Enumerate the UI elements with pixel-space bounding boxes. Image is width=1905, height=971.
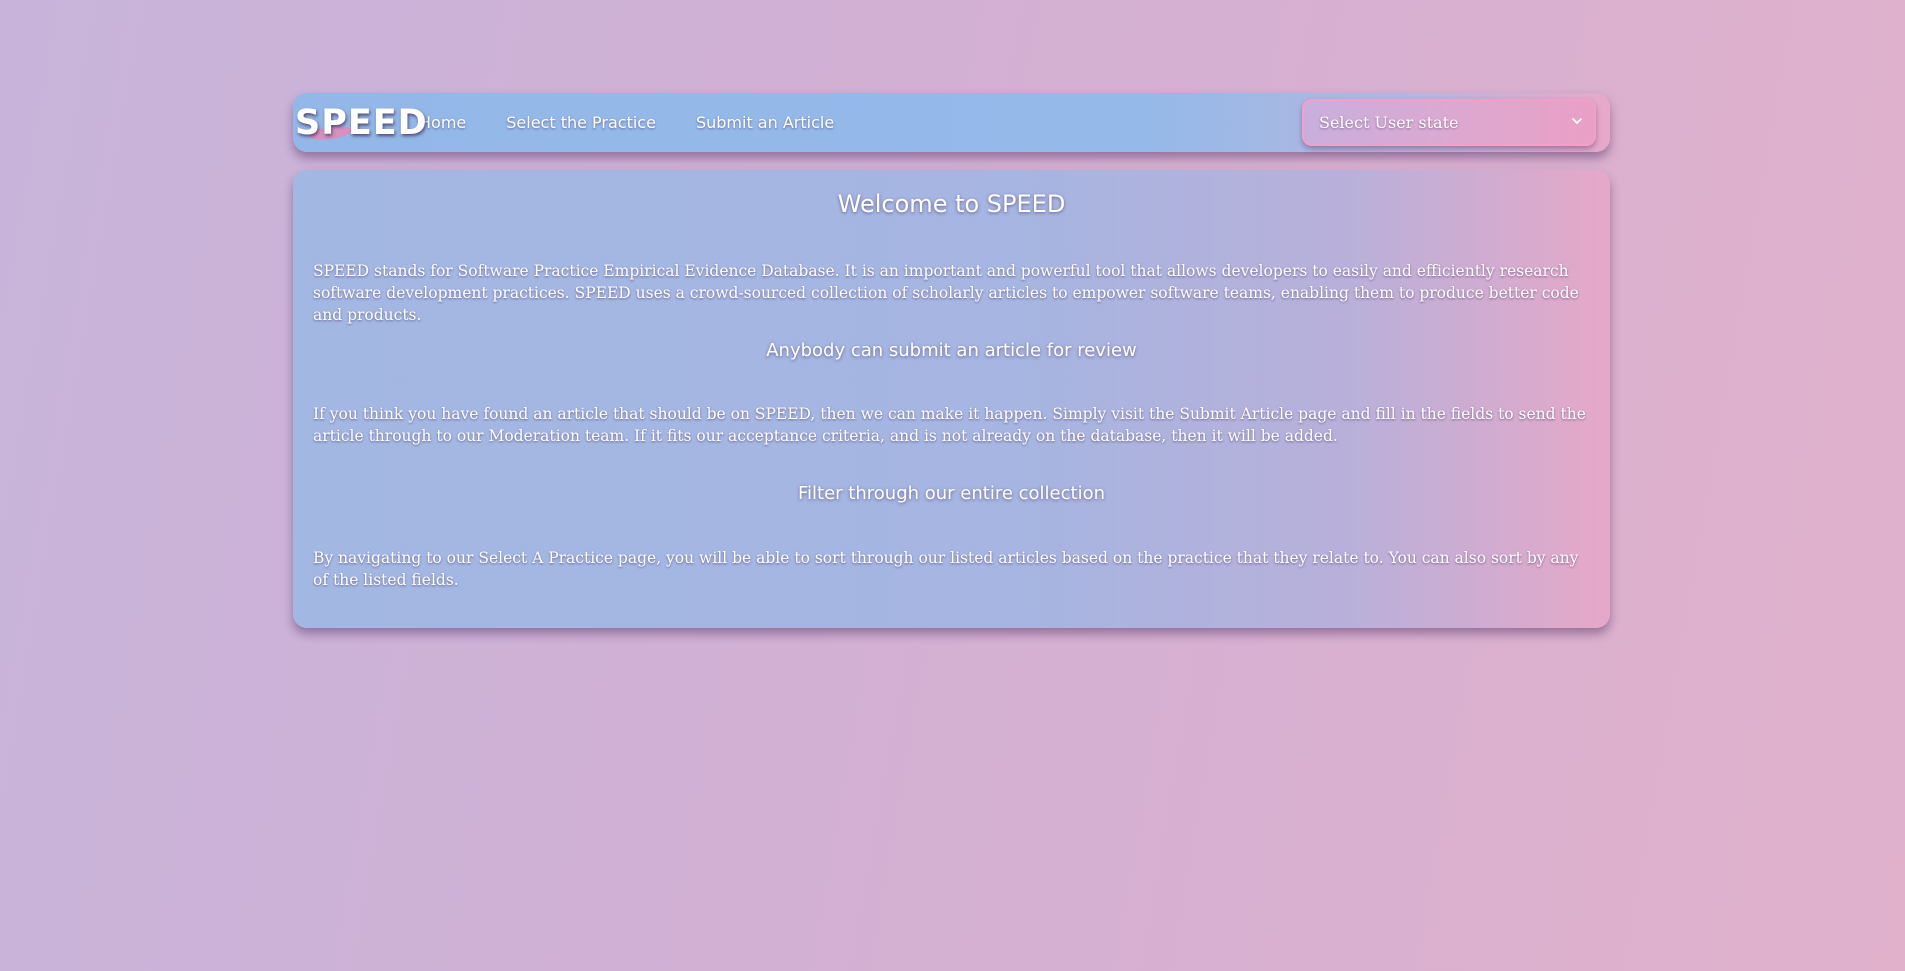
navbar: SPEED Home Select the Practice Submit an… [293, 93, 1610, 152]
submit-section-text: If you think you have found an article t… [313, 405, 1586, 445]
chevron-down-icon [1570, 113, 1584, 127]
logo[interactable]: SPEED [295, 93, 427, 152]
intro-paragraph: SPEED stands for Software Practice Empir… [313, 262, 1579, 324]
page-title: Welcome to SPEED [837, 190, 1066, 218]
nav-link-submit-article[interactable]: Submit an Article [696, 113, 834, 132]
logo-text: SPEED [295, 102, 428, 143]
welcome-panel: Welcome to SPEED SPEED stands for Softwa… [293, 170, 1610, 628]
submit-section-heading: Anybody can submit an article for review [766, 340, 1137, 361]
filter-section-heading: Filter through our entire collection [798, 483, 1105, 504]
user-state-select[interactable]: Select User state [1302, 99, 1596, 146]
nav-link-select-practice[interactable]: Select the Practice [506, 113, 656, 132]
user-state-select-value: Select User state [1319, 113, 1459, 132]
filter-section-text: By navigating to our Select A Practice p… [313, 549, 1579, 589]
